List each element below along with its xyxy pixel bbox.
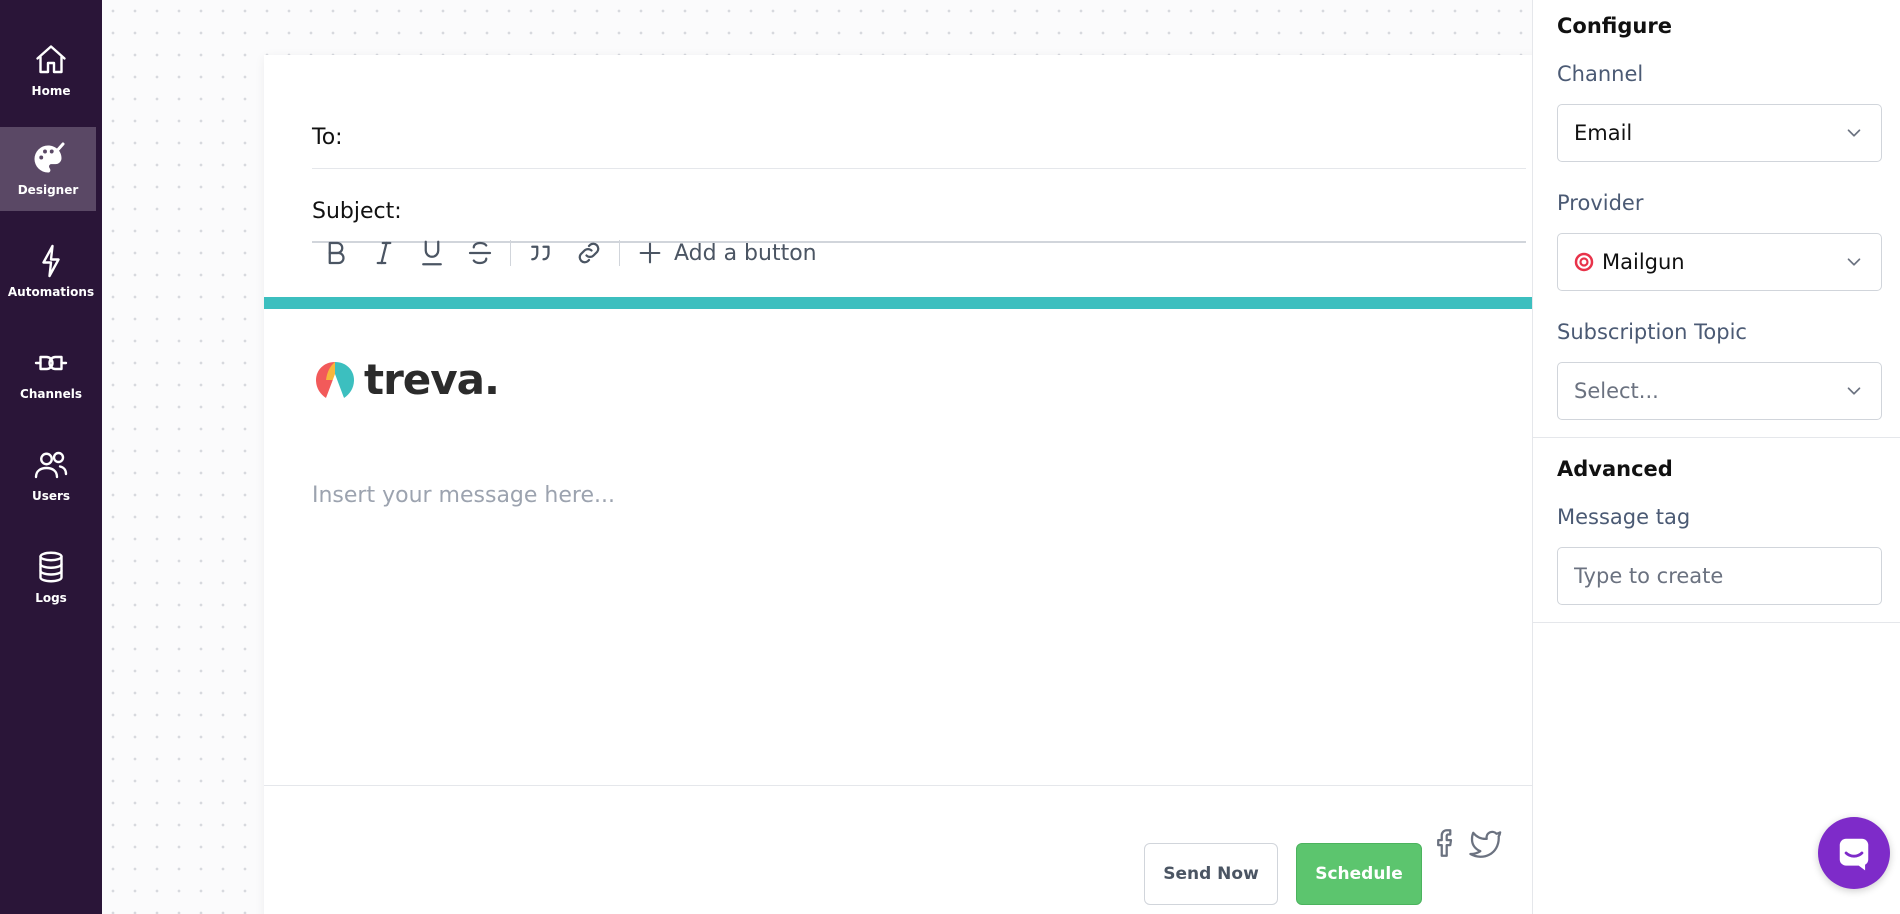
sidebar-item-automations[interactable]: Automations (0, 229, 102, 313)
sidebar-item-label: Automations (7, 285, 95, 299)
footer-divider (264, 785, 1574, 786)
facebook-link[interactable] (1426, 823, 1466, 863)
provider-label: Provider (1557, 191, 1644, 215)
designer-canvas: To: Subject: Add a button treva. Insert … (102, 0, 1574, 914)
quote-button[interactable] (517, 233, 565, 273)
logo-wordmark: treva. (364, 355, 500, 404)
toolbar-divider (510, 240, 511, 266)
to-label: To: (312, 125, 343, 150)
accent-bar (264, 297, 1574, 309)
chevron-down-icon (1847, 129, 1861, 137)
formatting-toolbar: Add a button (312, 220, 817, 286)
subscription-topic-select[interactable]: Select... (1557, 362, 1882, 420)
provider-value: Mailgun (1602, 250, 1685, 274)
chevron-down-icon (1847, 258, 1861, 266)
panel-divider (1533, 622, 1900, 623)
chat-icon (1839, 838, 1869, 871)
panel-divider (1533, 437, 1900, 438)
channel-select[interactable]: Email (1557, 104, 1882, 162)
sidebar: Home Designer Automations Channels Users… (0, 0, 102, 914)
channel-label: Channel (1557, 62, 1644, 86)
configure-panel: Configure Channel Email Provider Mailgun… (1532, 0, 1900, 914)
strikethrough-icon (468, 241, 492, 265)
subscription-topic-placeholder: Select... (1574, 379, 1659, 403)
strikethrough-button[interactable] (456, 233, 504, 273)
facebook-icon (1437, 829, 1453, 857)
database-icon (39, 551, 63, 583)
users-icon (34, 451, 68, 479)
sidebar-item-channels[interactable]: Channels (0, 331, 102, 415)
bold-icon (328, 241, 345, 265)
provider-select[interactable]: Mailgun (1557, 233, 1882, 291)
link-icon (578, 242, 600, 264)
italic-icon (376, 241, 392, 265)
lightning-icon (42, 244, 60, 278)
sidebar-item-label: Designer (17, 183, 79, 197)
schedule-button[interactable]: Schedule (1296, 843, 1422, 905)
sidebar-item-label: Home (31, 84, 71, 98)
sidebar-item-logs[interactable]: Logs (0, 535, 102, 619)
underline-button[interactable] (408, 233, 456, 273)
palette-icon (34, 142, 65, 173)
configure-title: Configure (1557, 14, 1672, 38)
twitter-icon (1469, 830, 1502, 858)
channels-icon (34, 355, 68, 371)
add-button-button[interactable]: Add a button (636, 239, 817, 267)
sidebar-item-home[interactable]: Home (0, 28, 102, 112)
send-now-button[interactable]: Send Now (1144, 843, 1278, 905)
add-button-label: Add a button (674, 240, 817, 266)
quote-icon (531, 245, 550, 261)
provider-value-wrap: Mailgun (1574, 250, 1843, 274)
to-input[interactable] (352, 124, 1526, 151)
treva-logo-mark (316, 361, 354, 398)
sidebar-item-label: Users (31, 489, 71, 503)
channel-value: Email (1574, 121, 1633, 145)
sidebar-item-users[interactable]: Users (0, 433, 102, 517)
to-field-row: To: (312, 107, 1526, 169)
toolbar-divider (619, 240, 620, 266)
plus-icon (639, 242, 661, 264)
link-button[interactable] (565, 233, 613, 273)
chat-launcher-button[interactable] (1818, 817, 1890, 889)
message-body-placeholder[interactable]: Insert your message here... (312, 483, 615, 508)
advanced-title: Advanced (1557, 457, 1673, 481)
email-template-card: To: Subject: Add a button treva. Insert … (264, 55, 1574, 914)
mailgun-icon (1574, 252, 1594, 272)
sidebar-item-label: Logs (35, 591, 67, 605)
twitter-link[interactable] (1466, 823, 1506, 863)
message-tag-label: Message tag (1557, 505, 1691, 529)
chevron-down-icon (1847, 387, 1861, 395)
sidebar-item-designer[interactable]: Designer (0, 127, 96, 211)
italic-button[interactable] (360, 233, 408, 273)
home-icon (36, 45, 66, 74)
message-tag-input[interactable] (1557, 547, 1882, 605)
bold-button[interactable] (312, 233, 360, 273)
underline-icon (422, 240, 442, 266)
subscription-topic-label: Subscription Topic (1557, 320, 1747, 344)
sidebar-item-label: Channels (20, 387, 82, 401)
treva-logo: treva. (312, 355, 500, 404)
